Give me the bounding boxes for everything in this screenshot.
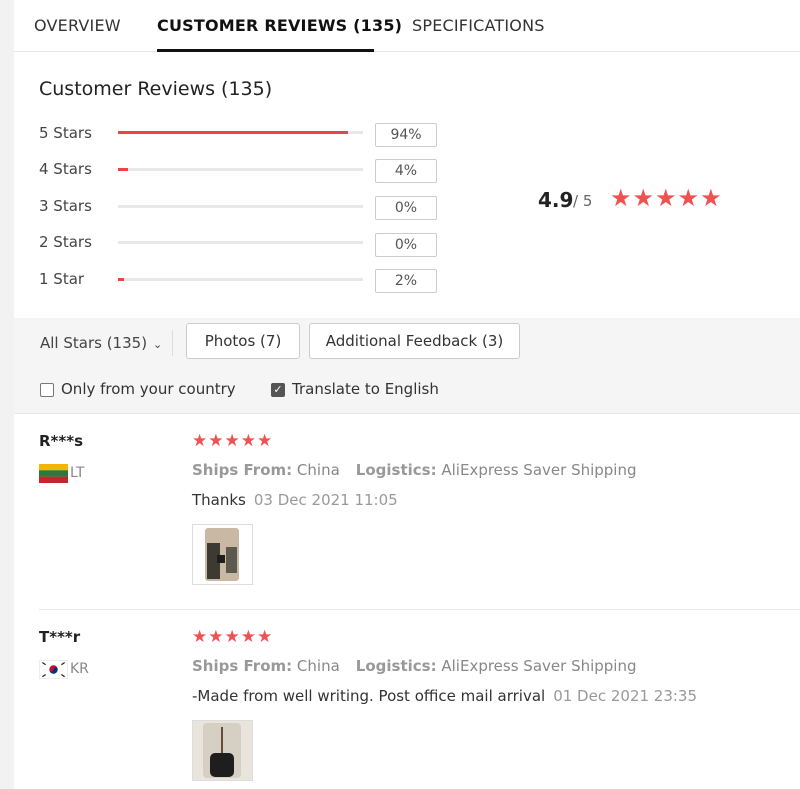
review-photo-image xyxy=(193,721,252,780)
all-stars-dropdown[interactable]: All Stars (135) ⌄ xyxy=(40,334,162,352)
ships-from-value: China xyxy=(296,657,340,675)
filter-separator xyxy=(172,330,173,356)
rating-row-label: 4 Stars xyxy=(39,160,92,178)
rating-row-label: 2 Stars xyxy=(39,233,92,251)
review-date: 01 Dec 2021 23:35 xyxy=(553,687,698,705)
reviewer-name: T***r xyxy=(39,628,81,646)
rating-bar xyxy=(118,205,363,208)
additional-feedback-button[interactable]: Additional Feedback (3) xyxy=(309,323,520,359)
lithuania-flag-icon xyxy=(39,464,68,483)
reviews-title: Customer Reviews (135) xyxy=(39,78,273,100)
review-shipping-info: Ships From: China Logistics: AliExpress S… xyxy=(192,461,637,479)
review-photo-thumbnail[interactable] xyxy=(192,524,253,585)
reviewer-country: KR xyxy=(70,661,89,677)
tab-overview[interactable]: OVERVIEW xyxy=(34,16,121,35)
only-country-label: Only from your country xyxy=(61,380,236,398)
review-text: -Made from well writing. Post office mai… xyxy=(192,687,546,705)
reviewer-name: R***s xyxy=(39,432,84,450)
review-text-line: -Made from well writing. Post office mai… xyxy=(192,687,697,705)
translate-label: Translate to English xyxy=(292,380,439,398)
active-tab-indicator xyxy=(157,49,374,52)
tab-customer-reviews[interactable]: CUSTOMER REVIEWS (135) xyxy=(157,16,402,35)
rating-bar-fill xyxy=(118,278,125,281)
rating-row-label: 1 Star xyxy=(39,270,85,288)
review-photo-image xyxy=(205,528,239,581)
rating-bar xyxy=(118,278,363,281)
logistics-label: Logistics: xyxy=(355,461,437,479)
ships-from-value: China xyxy=(296,461,340,479)
translate-checkbox[interactable]: ✓ xyxy=(271,383,285,397)
rating-row-label: 5 Stars xyxy=(39,124,92,142)
review-date: 03 Dec 2021 11:05 xyxy=(253,491,398,509)
logistics-value: AliExpress Saver Shipping xyxy=(441,461,637,479)
ships-from-label: Ships From: xyxy=(192,461,293,479)
south-korea-flag-icon xyxy=(39,660,68,679)
review-divider xyxy=(39,609,800,610)
rating-bar-fill xyxy=(118,131,349,134)
review-text-line: Thanks 03 Dec 2021 11:05 xyxy=(192,491,398,509)
rating-percent: 94% xyxy=(375,123,437,147)
tab-specifications[interactable]: SPECIFICATIONS xyxy=(412,16,545,35)
only-country-checkbox[interactable] xyxy=(40,383,54,397)
logistics-value: AliExpress Saver Shipping xyxy=(441,657,637,675)
average-score: 4.9 xyxy=(538,188,574,212)
all-stars-label: All Stars (135) xyxy=(40,334,148,352)
review-text: Thanks xyxy=(192,491,246,509)
reviewer-country: LT xyxy=(70,465,85,481)
photos-filter-button[interactable]: Photos (7) xyxy=(186,323,300,359)
rating-percent: 4% xyxy=(375,159,437,183)
ships-from-label: Ships From: xyxy=(192,657,293,675)
rating-bar xyxy=(118,131,363,134)
rating-percent: 2% xyxy=(375,269,437,293)
score-denominator: / 5 xyxy=(573,192,593,210)
rating-bar xyxy=(118,241,363,244)
review-photo-thumbnail[interactable] xyxy=(192,720,253,781)
review-stars-icon: ★★★★★ xyxy=(192,431,274,451)
rating-percent: 0% xyxy=(375,196,437,220)
chevron-down-icon: ⌄ xyxy=(153,338,163,351)
rating-row-label: 3 Stars xyxy=(39,197,92,215)
review-stars-icon: ★★★★★ xyxy=(192,627,274,647)
review-shipping-info: Ships From: China Logistics: AliExpress S… xyxy=(192,657,637,675)
rating-bar-fill xyxy=(118,168,128,171)
tab-bar xyxy=(14,0,800,52)
logistics-label: Logistics: xyxy=(355,657,437,675)
average-stars-icon: ★★★★★ xyxy=(610,184,723,212)
rating-percent: 0% xyxy=(375,233,437,257)
rating-bar xyxy=(118,168,363,171)
